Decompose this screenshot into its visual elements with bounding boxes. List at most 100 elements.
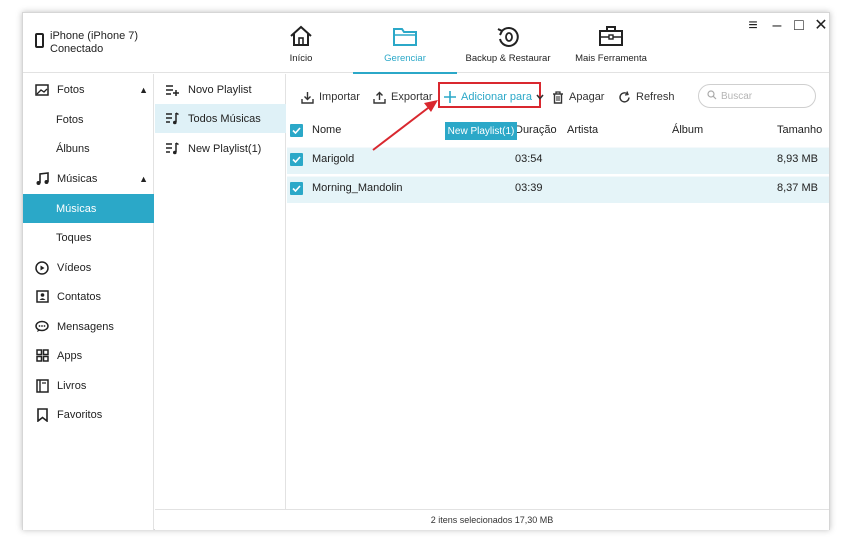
app-window: iPhone (iPhone 7) Conectado Início Geren… <box>22 12 830 530</box>
photo-icon <box>35 83 49 97</box>
bookmark-icon <box>35 407 49 422</box>
device-name: iPhone (iPhone 7) <box>50 30 139 42</box>
column-header-album[interactable]: Álbum <box>672 119 703 146</box>
trash-icon <box>552 90 564 104</box>
music-icon <box>35 171 49 186</box>
refresh-icon <box>618 90 631 104</box>
import-button[interactable]: Importar <box>301 88 360 106</box>
table-header: Nome Duração Artista Álbum Tamanho <box>287 119 829 146</box>
plus-icon <box>444 91 456 103</box>
table-row[interactable]: Marigold 03:54 8,93 MB <box>287 147 829 174</box>
contacts-icon <box>35 290 49 304</box>
sidebar-item-label: Apps <box>57 349 83 362</box>
sidebar-item-livros[interactable]: Livros <box>23 371 154 400</box>
add-to-dropdown-button[interactable]: Adicionar para <box>444 88 544 106</box>
export-icon <box>373 91 386 104</box>
toolbar: Importar Exportar Adicionar para Apagar <box>287 74 829 118</box>
sidebar-item-label: Músicas <box>56 202 97 215</box>
refresh-button[interactable]: Refresh <box>618 88 675 106</box>
tab-backup[interactable]: Backup & Restaurar <box>463 13 553 73</box>
toolbox-icon <box>598 25 624 50</box>
dropdown-option-new-playlist[interactable]: New Playlist(1) <box>445 122 517 140</box>
import-icon <box>301 91 314 104</box>
chevron-up-icon[interactable]: ▲ <box>139 85 148 95</box>
playlist-icon <box>165 112 179 126</box>
chevron-down-icon <box>536 91 544 103</box>
cell-size: 8,93 MB <box>777 153 818 165</box>
select-all-checkbox[interactable] <box>290 124 303 137</box>
search-box[interactable] <box>698 84 816 108</box>
menu-icon[interactable]: ≡ <box>743 17 763 35</box>
close-button[interactable]: ✕ <box>811 17 831 35</box>
playlist-label: Todos Músicas <box>188 112 261 125</box>
phone-icon <box>35 33 44 48</box>
row-checkbox[interactable] <box>290 182 303 195</box>
playlist-item-todos-musicas[interactable]: Todos Músicas <box>155 104 286 133</box>
folder-icon <box>392 25 418 50</box>
playlist-panel: Novo Playlist Todos Músicas New Playlist… <box>155 74 286 509</box>
export-button[interactable]: Exportar <box>373 88 433 106</box>
device-status: Conectado <box>50 43 104 55</box>
sidebar-item-label: Músicas <box>57 172 98 185</box>
tab-inicio-label: Início <box>289 53 313 64</box>
maximize-button[interactable]: □ <box>789 17 809 35</box>
cell-duration: 03:39 <box>515 182 543 194</box>
sidebar-item-toques[interactable]: Toques <box>23 223 154 252</box>
apps-icon <box>35 349 49 363</box>
sidebar-item-musicas-group[interactable]: Músicas ▲ <box>23 164 154 193</box>
music-table: Nome Duração Artista Álbum Tamanho Marig… <box>287 119 829 203</box>
row-checkbox[interactable] <box>290 153 303 166</box>
sidebar-item-fotos[interactable]: Fotos <box>23 105 154 134</box>
search-input[interactable] <box>721 90 811 102</box>
column-header-artist[interactable]: Artista <box>567 119 598 146</box>
message-icon <box>35 320 49 334</box>
import-label: Importar <box>319 91 360 103</box>
status-bar: 2 itens selecionados 17,30 MB <box>155 509 829 530</box>
tab-mais-ferramenta-label: Mais Ferramenta <box>575 53 647 64</box>
backup-icon <box>496 25 520 52</box>
header-bar: iPhone (iPhone 7) Conectado Início Geren… <box>23 13 831 74</box>
cell-size: 8,37 MB <box>777 182 818 194</box>
search-icon <box>707 89 717 103</box>
tab-inicio[interactable]: Início <box>271 13 331 73</box>
add-to-label: Adicionar para <box>461 91 532 103</box>
column-header-duration[interactable]: Duração <box>515 119 557 146</box>
device-info: iPhone (iPhone 7) Conectado <box>35 30 138 56</box>
sidebar-item-albuns[interactable]: Álbuns <box>23 134 154 163</box>
sidebar-item-musicas[interactable]: Músicas <box>23 194 154 223</box>
playlist-label: New Playlist(1) <box>188 142 262 155</box>
cell-duration: 03:54 <box>515 153 543 165</box>
sidebar-item-apps[interactable]: Apps <box>23 341 154 370</box>
sidebar-item-label: Álbuns <box>56 142 90 155</box>
sidebar-item-contatos[interactable]: Contatos <box>23 282 154 311</box>
video-icon <box>35 260 49 275</box>
sidebar-item-label: Fotos <box>57 83 85 96</box>
table-row[interactable]: Morning_Mandolin 03:39 8,37 MB <box>287 176 829 203</box>
sidebar-item-label: Mensagens <box>57 320 114 333</box>
sidebar-item-favoritos[interactable]: Favoritos <box>23 400 154 429</box>
tab-gerenciar[interactable]: Gerenciar <box>353 13 457 74</box>
tab-mais-ferramenta[interactable]: Mais Ferramenta <box>571 13 651 73</box>
sidebar-item-label: Vídeos <box>57 261 92 274</box>
home-icon <box>289 25 313 50</box>
new-playlist-button[interactable]: Novo Playlist <box>155 75 286 104</box>
sidebar-item-videos[interactable]: Vídeos <box>23 253 154 282</box>
column-header-name[interactable]: Nome <box>312 119 341 146</box>
minimize-button[interactable]: – <box>767 17 787 35</box>
refresh-label: Refresh <box>636 91 675 103</box>
playlist-item-new-playlist-1[interactable]: New Playlist(1) <box>155 134 286 163</box>
cell-name: Marigold <box>312 153 355 165</box>
playlist-label: Novo Playlist <box>188 83 252 96</box>
sidebar-item-label: Toques <box>56 231 92 244</box>
book-icon <box>35 378 49 393</box>
cell-name: Morning_Mandolin <box>312 182 403 194</box>
sidebar-item-mensagens[interactable]: Mensagens <box>23 312 154 341</box>
delete-button[interactable]: Apagar <box>552 88 604 106</box>
sidebar-item-label: Favoritos <box>57 408 103 421</box>
sidebar-item-fotos-group[interactable]: Fotos ▲ <box>23 75 154 104</box>
chevron-up-icon[interactable]: ▲ <box>139 174 148 184</box>
column-header-size[interactable]: Tamanho <box>777 119 822 146</box>
playlist-icon <box>165 142 179 156</box>
sidebar: Fotos ▲ Fotos Álbuns Músicas ▲ Músicas T… <box>23 74 154 530</box>
add-playlist-icon <box>165 83 179 97</box>
